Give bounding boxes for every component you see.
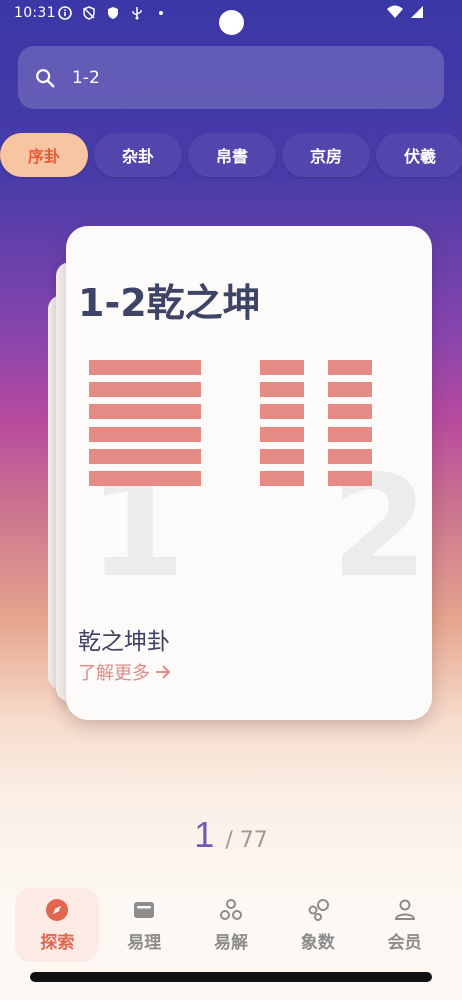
dot-icon — [159, 11, 163, 15]
hexagram-card[interactable]: 1 2 1-2乾之坤 乾之坤卦 了解更多 — [66, 226, 432, 720]
tab-fuxi[interactable]: 伏羲 — [376, 133, 462, 177]
search-icon — [36, 68, 55, 87]
tab-zagua[interactable]: 杂卦 — [94, 133, 182, 177]
hexagram-kun — [260, 360, 372, 493]
shield-icon — [108, 7, 118, 19]
status-right — [386, 5, 424, 19]
nav-member-label: 会员 — [387, 932, 422, 953]
nav-member[interactable]: 会员 — [363, 888, 447, 962]
search-bar[interactable] — [18, 46, 444, 109]
compass-icon — [46, 898, 69, 921]
page-current: 1 — [194, 814, 215, 855]
nav-xiangshu[interactable]: 象数 — [276, 888, 360, 962]
info-icon — [58, 6, 72, 20]
hexagram-qian — [89, 360, 201, 493]
camera-cutout — [219, 10, 244, 35]
home-indicator[interactable] — [30, 972, 432, 982]
arrow-right-icon — [156, 665, 171, 679]
tab-xugua[interactable]: 序卦 — [0, 133, 88, 177]
search-input[interactable] — [72, 67, 412, 88]
nav-xiangshu-label: 象数 — [300, 932, 335, 953]
nav-explore-label: 探索 — [40, 932, 75, 953]
nav-yijie-label: 易解 — [213, 932, 248, 953]
learn-more-link[interactable]: 了解更多 — [78, 659, 172, 685]
person-icon — [394, 899, 415, 920]
wallet-icon — [134, 901, 155, 918]
nav-yijie[interactable]: 易解 — [189, 888, 273, 962]
status-time: 10:31 — [14, 5, 56, 21]
page-total: / 77 — [225, 828, 268, 853]
learn-more-label: 了解更多 — [78, 663, 150, 684]
nav-yili[interactable]: 易理 — [102, 888, 186, 962]
card-title: 1-2乾之坤 — [78, 281, 261, 325]
status-icons — [58, 6, 168, 20]
tab-boshu[interactable]: 帛書 — [188, 133, 276, 177]
page-indicator: 1 / 77 — [0, 814, 462, 856]
circles-icon — [219, 898, 242, 920]
usb-icon — [132, 7, 142, 20]
shield-off-icon — [83, 6, 95, 20]
nav-explore[interactable]: 探索 — [15, 888, 100, 962]
nav-yili-label: 易理 — [127, 932, 162, 953]
card-subtitle: 乾之坤卦 — [78, 629, 170, 655]
bubbles-icon — [308, 898, 329, 921]
bottom-nav: 探索 易理 易解 象数 会员 — [0, 880, 462, 970]
category-tabs: 序卦 杂卦 帛書 京房 伏羲 — [0, 133, 462, 179]
wifi-icon — [387, 5, 403, 18]
tab-jingfang[interactable]: 京房 — [282, 133, 370, 177]
signal-icon — [411, 6, 423, 18]
